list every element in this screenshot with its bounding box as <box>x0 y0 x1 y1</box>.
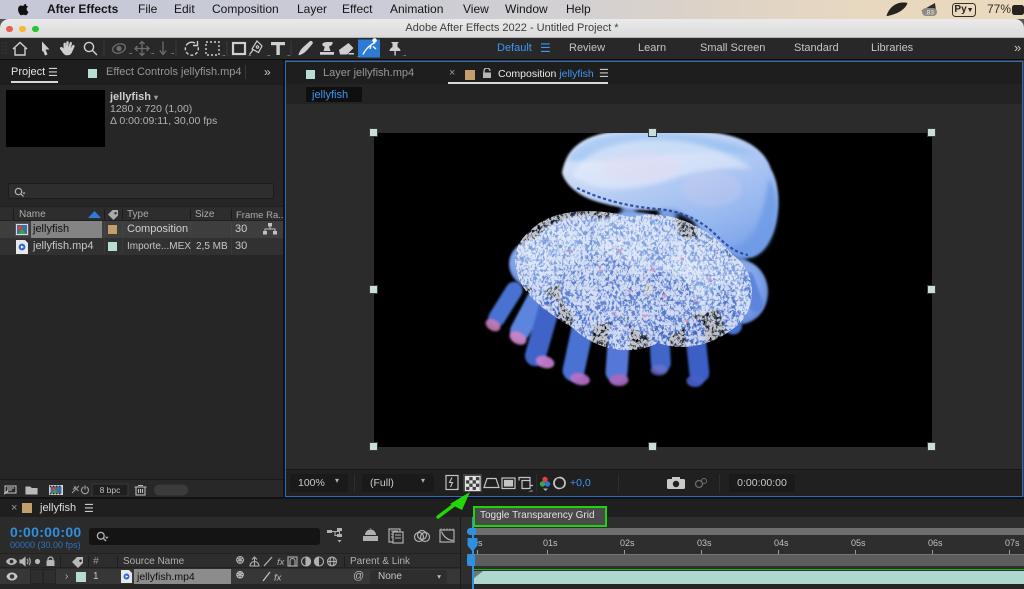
svg-text:fx: fx <box>277 557 286 568</box>
svg-text:.83: .83 <box>925 9 934 16</box>
svg-text:fx: fx <box>274 573 283 583</box>
svg-text:8 bpc: 8 bpc <box>100 485 122 495</box>
